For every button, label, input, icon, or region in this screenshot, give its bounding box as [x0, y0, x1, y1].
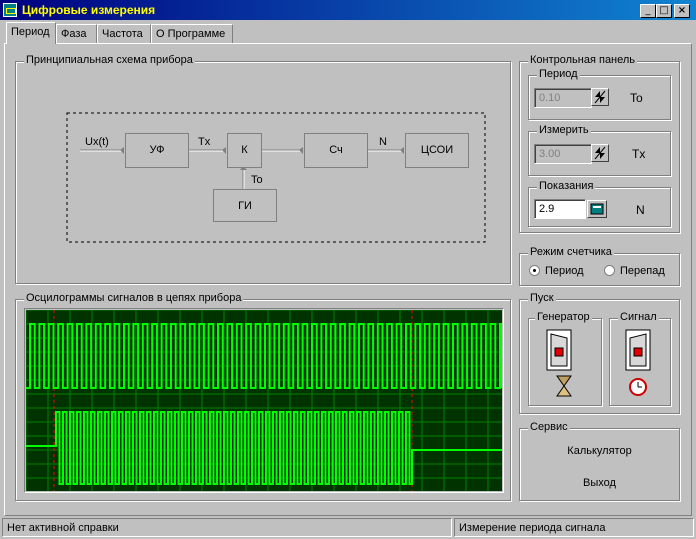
service-group: Сервис: [519, 421, 680, 501]
updown-arrow-icon: [594, 90, 606, 104]
mode-drop-radio[interactable]: [604, 265, 615, 276]
start-title: Пуск: [528, 292, 556, 304]
period-unit: To: [630, 91, 643, 105]
calculator-icon: [590, 203, 604, 215]
timer-icon: [629, 378, 647, 396]
signal-toggle[interactable]: [624, 328, 664, 402]
period-field[interactable]: 0.10: [534, 88, 592, 108]
control-panel-title: Контрольная панель: [528, 54, 638, 66]
signal-tx: Tx: [198, 136, 211, 148]
exit-link[interactable]: Выход: [519, 477, 680, 489]
measure-field[interactable]: 3.00: [534, 144, 592, 164]
status-mode: Измерение периода сигнала: [454, 518, 694, 537]
hourglass-icon: [556, 375, 572, 397]
reading-field[interactable]: 2.9: [534, 199, 586, 219]
period-label: Период: [537, 68, 580, 80]
block-uf: УФ: [125, 133, 189, 168]
mode-period-label[interactable]: Период: [545, 265, 584, 277]
generator-toggle[interactable]: [545, 328, 585, 402]
block-gi: ГИ: [213, 189, 277, 222]
status-help: Нет активной справки: [2, 518, 452, 537]
reading-unit: N: [636, 203, 645, 217]
oscillo-title: Осцилограммы сигналов в цепях прибора: [24, 292, 244, 304]
signal-to: To: [251, 174, 263, 186]
calculator-button[interactable]: [587, 200, 607, 218]
block-sch: Сч: [304, 133, 368, 168]
generator-label: Генератор: [535, 311, 592, 323]
calculator-link[interactable]: Калькулятор: [519, 445, 680, 457]
measure-spin-button[interactable]: [591, 144, 609, 162]
period-spin-button[interactable]: [591, 88, 609, 106]
measure-unit: Tx: [632, 147, 646, 161]
block-k: К: [227, 133, 262, 168]
updown-arrow-icon: [594, 146, 606, 160]
measure-label: Измерить: [537, 124, 591, 136]
signal-label: Сигнал: [618, 311, 659, 323]
service-title: Сервис: [528, 421, 570, 433]
block-tsoi: ЦСОИ: [405, 133, 469, 168]
mode-period-radio[interactable]: [529, 265, 540, 276]
signal-n: N: [379, 136, 387, 148]
tab-period[interactable]: Период: [6, 22, 56, 44]
mode-title: Режим счетчика: [528, 246, 614, 258]
signal-ux: Ux(t): [85, 136, 109, 148]
oscilloscope-screen: [26, 310, 502, 491]
reading-label: Показания: [537, 180, 596, 192]
mode-drop-label[interactable]: Перепад: [620, 265, 665, 277]
